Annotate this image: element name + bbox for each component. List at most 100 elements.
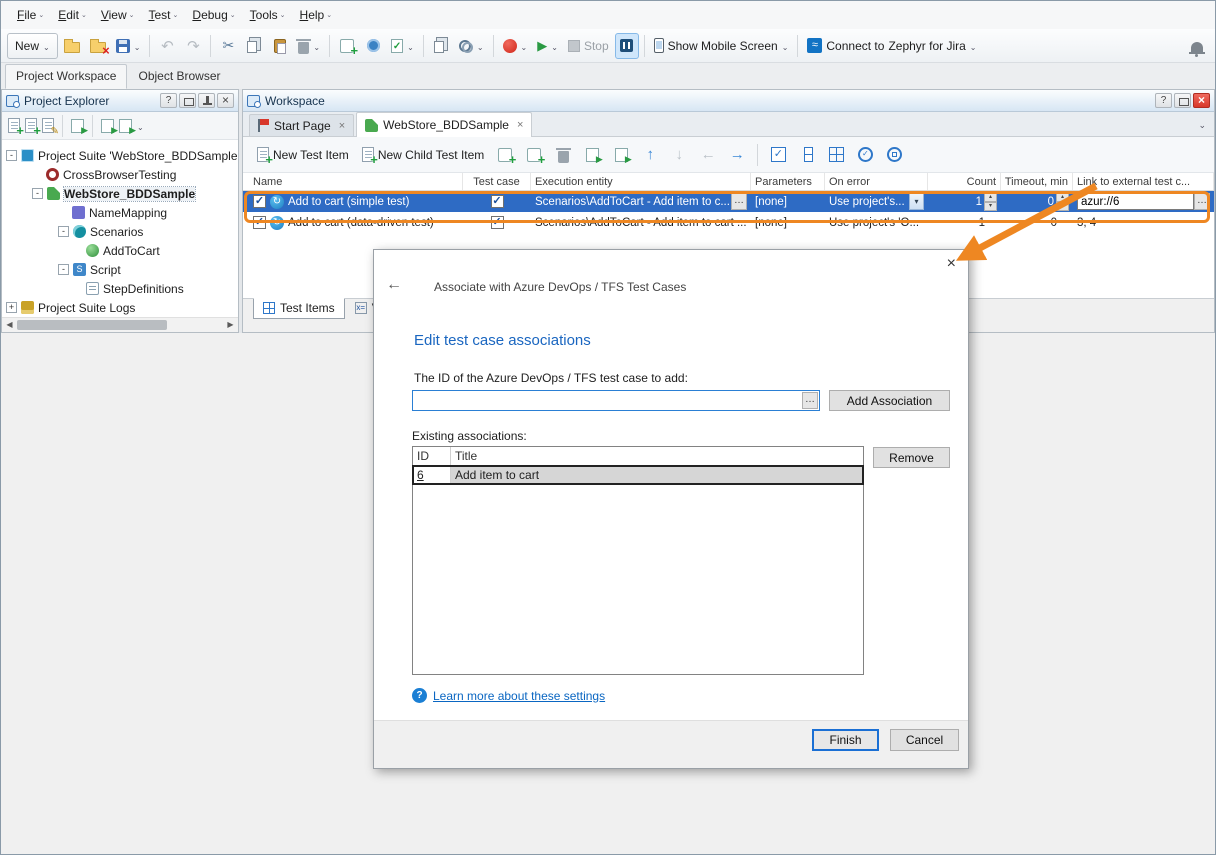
run-selected-icon[interactable]: [119, 119, 132, 133]
scroll-right-button[interactable]: ▶: [223, 318, 238, 332]
close-panel-button[interactable]: [217, 93, 234, 108]
add-existing-item-icon[interactable]: [25, 118, 37, 133]
count-spinner[interactable]: [984, 193, 997, 211]
tree-item-project-suite[interactable]: Project Suite 'WebStore_BDDSample' (1: [2, 146, 238, 165]
check-all-button[interactable]: [853, 142, 877, 168]
tab-start-page[interactable]: Start Page: [249, 114, 354, 136]
tree-item-crossbrowsertesting[interactable]: CrossBrowserTesting: [2, 165, 238, 184]
close-tab-icon[interactable]: [517, 119, 523, 131]
tree-item-addtocart[interactable]: AddToCart: [2, 241, 238, 260]
tree-item-namemapping[interactable]: NameMapping: [2, 203, 238, 222]
stop-button[interactable]: Stop: [564, 33, 613, 59]
uncheck-item-button[interactable]: [795, 142, 819, 168]
check-children-button[interactable]: [824, 142, 848, 168]
column-title[interactable]: Title: [451, 447, 863, 465]
tree-item-script[interactable]: Script: [2, 260, 238, 279]
notifications-button[interactable]: [1185, 33, 1209, 59]
collapse-toggle-icon[interactable]: [32, 188, 43, 199]
help-button[interactable]: [1155, 93, 1172, 108]
copy-from-button[interactable]: [580, 142, 604, 168]
back-arrow-icon[interactable]: [386, 276, 402, 294]
tree-item-project[interactable]: WebStore_BDDSample: [2, 184, 238, 203]
association-row[interactable]: 6 Add item to cart: [413, 466, 863, 484]
column-link-external[interactable]: Link to external test c...: [1073, 173, 1214, 190]
collapse-toggle-icon[interactable]: [6, 150, 17, 161]
remove-button[interactable]: Remove: [873, 447, 950, 468]
add-new-item-button[interactable]: [335, 33, 359, 59]
redo-button[interactable]: [181, 33, 205, 59]
expand-toggle-icon[interactable]: [6, 302, 17, 313]
browse-link-button[interactable]: [1194, 193, 1210, 210]
timeout-spinner[interactable]: [1056, 193, 1069, 211]
menu-debug[interactable]: Debug⌄: [186, 4, 241, 26]
menu-file[interactable]: File⌄: [11, 4, 50, 26]
add-association-button[interactable]: Add Association: [829, 390, 950, 411]
close-workspace-button[interactable]: [1193, 93, 1210, 108]
open-button[interactable]: [60, 33, 84, 59]
connect-zephyr-button[interactable]: Connect toZephyr for Jira: [803, 33, 980, 59]
close-tab-icon[interactable]: [339, 120, 345, 132]
tab-project-workspace[interactable]: Project Workspace: [5, 64, 127, 89]
checkpoint-button[interactable]: [387, 33, 418, 59]
test-case-checkbox[interactable]: [491, 216, 504, 229]
run-project-suite-icon[interactable]: [101, 119, 114, 133]
tab-test-items[interactable]: Test Items: [253, 298, 345, 319]
pin-button[interactable]: [198, 93, 215, 108]
column-execution-entity[interactable]: Execution entity: [531, 173, 751, 190]
show-mobile-screen-button[interactable]: Show Mobile Screen: [650, 33, 793, 59]
edit-item-icon[interactable]: [42, 118, 54, 133]
scroll-left-button[interactable]: ◀: [2, 318, 17, 332]
test-case-checkbox[interactable]: [491, 195, 504, 208]
run-button[interactable]: [533, 33, 562, 59]
uncheck-all-button[interactable]: [882, 142, 906, 168]
move-down-button[interactable]: [667, 142, 691, 168]
test-item-row-2[interactable]: Add to cart (data-driven test) Scenarios…: [243, 212, 1214, 233]
menu-tools[interactable]: Tools⌄: [244, 4, 292, 26]
object-spy-button[interactable]: [429, 33, 453, 59]
add-new-item-icon[interactable]: [8, 118, 20, 133]
collapse-toggle-icon[interactable]: [58, 226, 69, 237]
cancel-button[interactable]: Cancel: [890, 729, 959, 751]
copy-to-button[interactable]: [609, 142, 633, 168]
collapse-toggle-icon[interactable]: [58, 264, 69, 275]
browse-execution-button[interactable]: [731, 193, 747, 210]
maximize-button[interactable]: [1174, 93, 1191, 108]
add-group-button[interactable]: [493, 142, 517, 168]
pause-debug-toggle[interactable]: [615, 33, 639, 59]
cut-button[interactable]: [216, 33, 240, 59]
learn-more-link[interactable]: Learn more about these settings: [433, 689, 605, 703]
column-count[interactable]: Count: [928, 173, 1001, 190]
column-parameters[interactable]: Parameters: [751, 173, 825, 190]
column-test-case[interactable]: Test case: [463, 173, 531, 190]
scrollbar-thumb[interactable]: [17, 320, 167, 330]
new-test-item-button[interactable]: New Test Item: [253, 142, 353, 168]
help-button[interactable]: [160, 93, 177, 108]
check-item-button[interactable]: [766, 142, 790, 168]
record-button[interactable]: [499, 33, 532, 59]
menu-view[interactable]: View⌄: [95, 4, 141, 26]
on-error-dropdown[interactable]: [909, 193, 924, 210]
copy-button[interactable]: [242, 33, 266, 59]
test-case-id-input[interactable]: [413, 391, 802, 410]
tab-list-dropdown[interactable]: [1198, 120, 1206, 131]
tab-object-browser[interactable]: Object Browser: [127, 64, 231, 89]
save-button[interactable]: [112, 33, 145, 59]
move-left-button[interactable]: [696, 142, 720, 168]
finish-button[interactable]: Finish: [812, 729, 879, 751]
delete-button[interactable]: [294, 33, 324, 59]
close-project-button[interactable]: [86, 33, 110, 59]
tree-item-project-suite-logs[interactable]: Project Suite Logs: [2, 298, 238, 317]
test-item-row-1[interactable]: Add to cart (simple test) Scenarios\AddT…: [243, 191, 1214, 212]
add-group-child-button[interactable]: [522, 142, 546, 168]
tree-item-scenarios[interactable]: Scenarios: [2, 222, 238, 241]
options-button[interactable]: [455, 33, 488, 59]
run-project-icon[interactable]: [71, 119, 84, 133]
tab-webstore-bddsample[interactable]: WebStore_BDDSample: [356, 112, 532, 137]
new-button[interactable]: New: [7, 33, 58, 59]
new-child-test-item-button[interactable]: New Child Test Item: [358, 142, 488, 168]
menu-edit[interactable]: Edit⌄: [52, 4, 93, 26]
row-checkbox[interactable]: [253, 216, 266, 229]
menu-help[interactable]: Help⌄: [294, 4, 339, 26]
column-on-error[interactable]: On error: [825, 173, 928, 190]
close-icon[interactable]: [947, 256, 956, 272]
